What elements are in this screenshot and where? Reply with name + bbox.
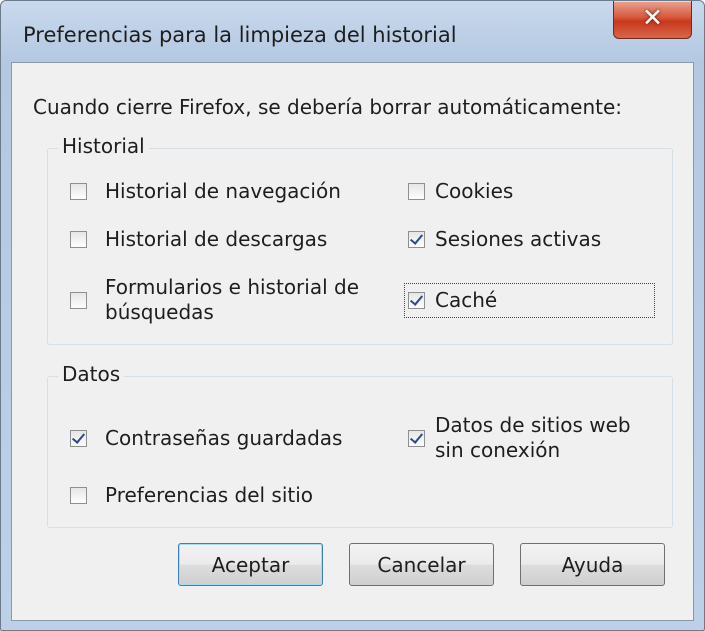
checkbox-box[interactable] [408,183,425,200]
checkbox-historial-descargas[interactable]: Historial de descargas [70,227,327,252]
historial-legend: Historial [58,134,149,158]
checkbox-label: Historial de navegación [105,179,341,203]
checkbox-label: Formularios e historial de búsquedas [105,275,360,324]
checkbox-cookies[interactable]: Cookies [408,179,513,204]
checkbox-label: Preferencias del sitio [105,483,314,507]
checkbox-preferencias-sitio[interactable]: Preferencias del sitio [70,483,313,508]
checkbox-box[interactable] [70,487,87,504]
close-icon: ✕ [642,3,663,32]
dialog-window: Preferencias para la limpieza del histor… [0,0,705,631]
checkbox-box[interactable] [408,292,425,309]
accept-button[interactable]: Aceptar [178,543,323,586]
checkbox-label: Datos de sitios web sin conexión [435,413,631,462]
checkbox-box[interactable] [408,429,425,447]
cancel-button[interactable]: Cancelar [349,543,494,586]
checkbox-historial-navegacion[interactable]: Historial de navegación [70,179,341,204]
checkbox-label: Sesiones activas [435,227,602,251]
close-button[interactable]: ✕ [613,1,692,39]
checkbox-label: Caché [435,288,498,312]
window-title: Preferencias para la limpieza del histor… [23,23,457,47]
intro-text: Cuando cierre Firefox, se debería borrar… [33,95,623,119]
checkbox-formularios-busquedas[interactable]: Formularios e historial de búsquedas [70,275,385,325]
checkbox-box[interactable] [70,430,87,447]
title-bar[interactable]: Preferencias para la limpieza del histor… [1,1,704,61]
checkbox-box[interactable] [408,231,425,248]
datos-legend: Datos [58,362,125,386]
help-button[interactable]: Ayuda [520,543,665,586]
checkbox-label: Historial de descargas [105,227,328,251]
checkbox-box[interactable] [70,291,87,309]
checkbox-box[interactable] [70,183,87,200]
checkbox-datos-sitios-sin-conexion[interactable]: Datos de sitios web sin conexión [408,413,650,463]
checkbox-sesiones-activas[interactable]: Sesiones activas [408,227,601,252]
checkbox-label: Contraseñas guardadas [105,426,343,450]
checkbox-label: Cookies [435,179,514,203]
checkbox-cache[interactable]: Caché [408,288,497,313]
checkbox-contrasenas-guardadas[interactable]: Contraseñas guardadas [70,426,342,451]
dialog-content: Cuando cierre Firefox, se debería borrar… [11,62,694,621]
checkbox-box[interactable] [70,231,87,248]
